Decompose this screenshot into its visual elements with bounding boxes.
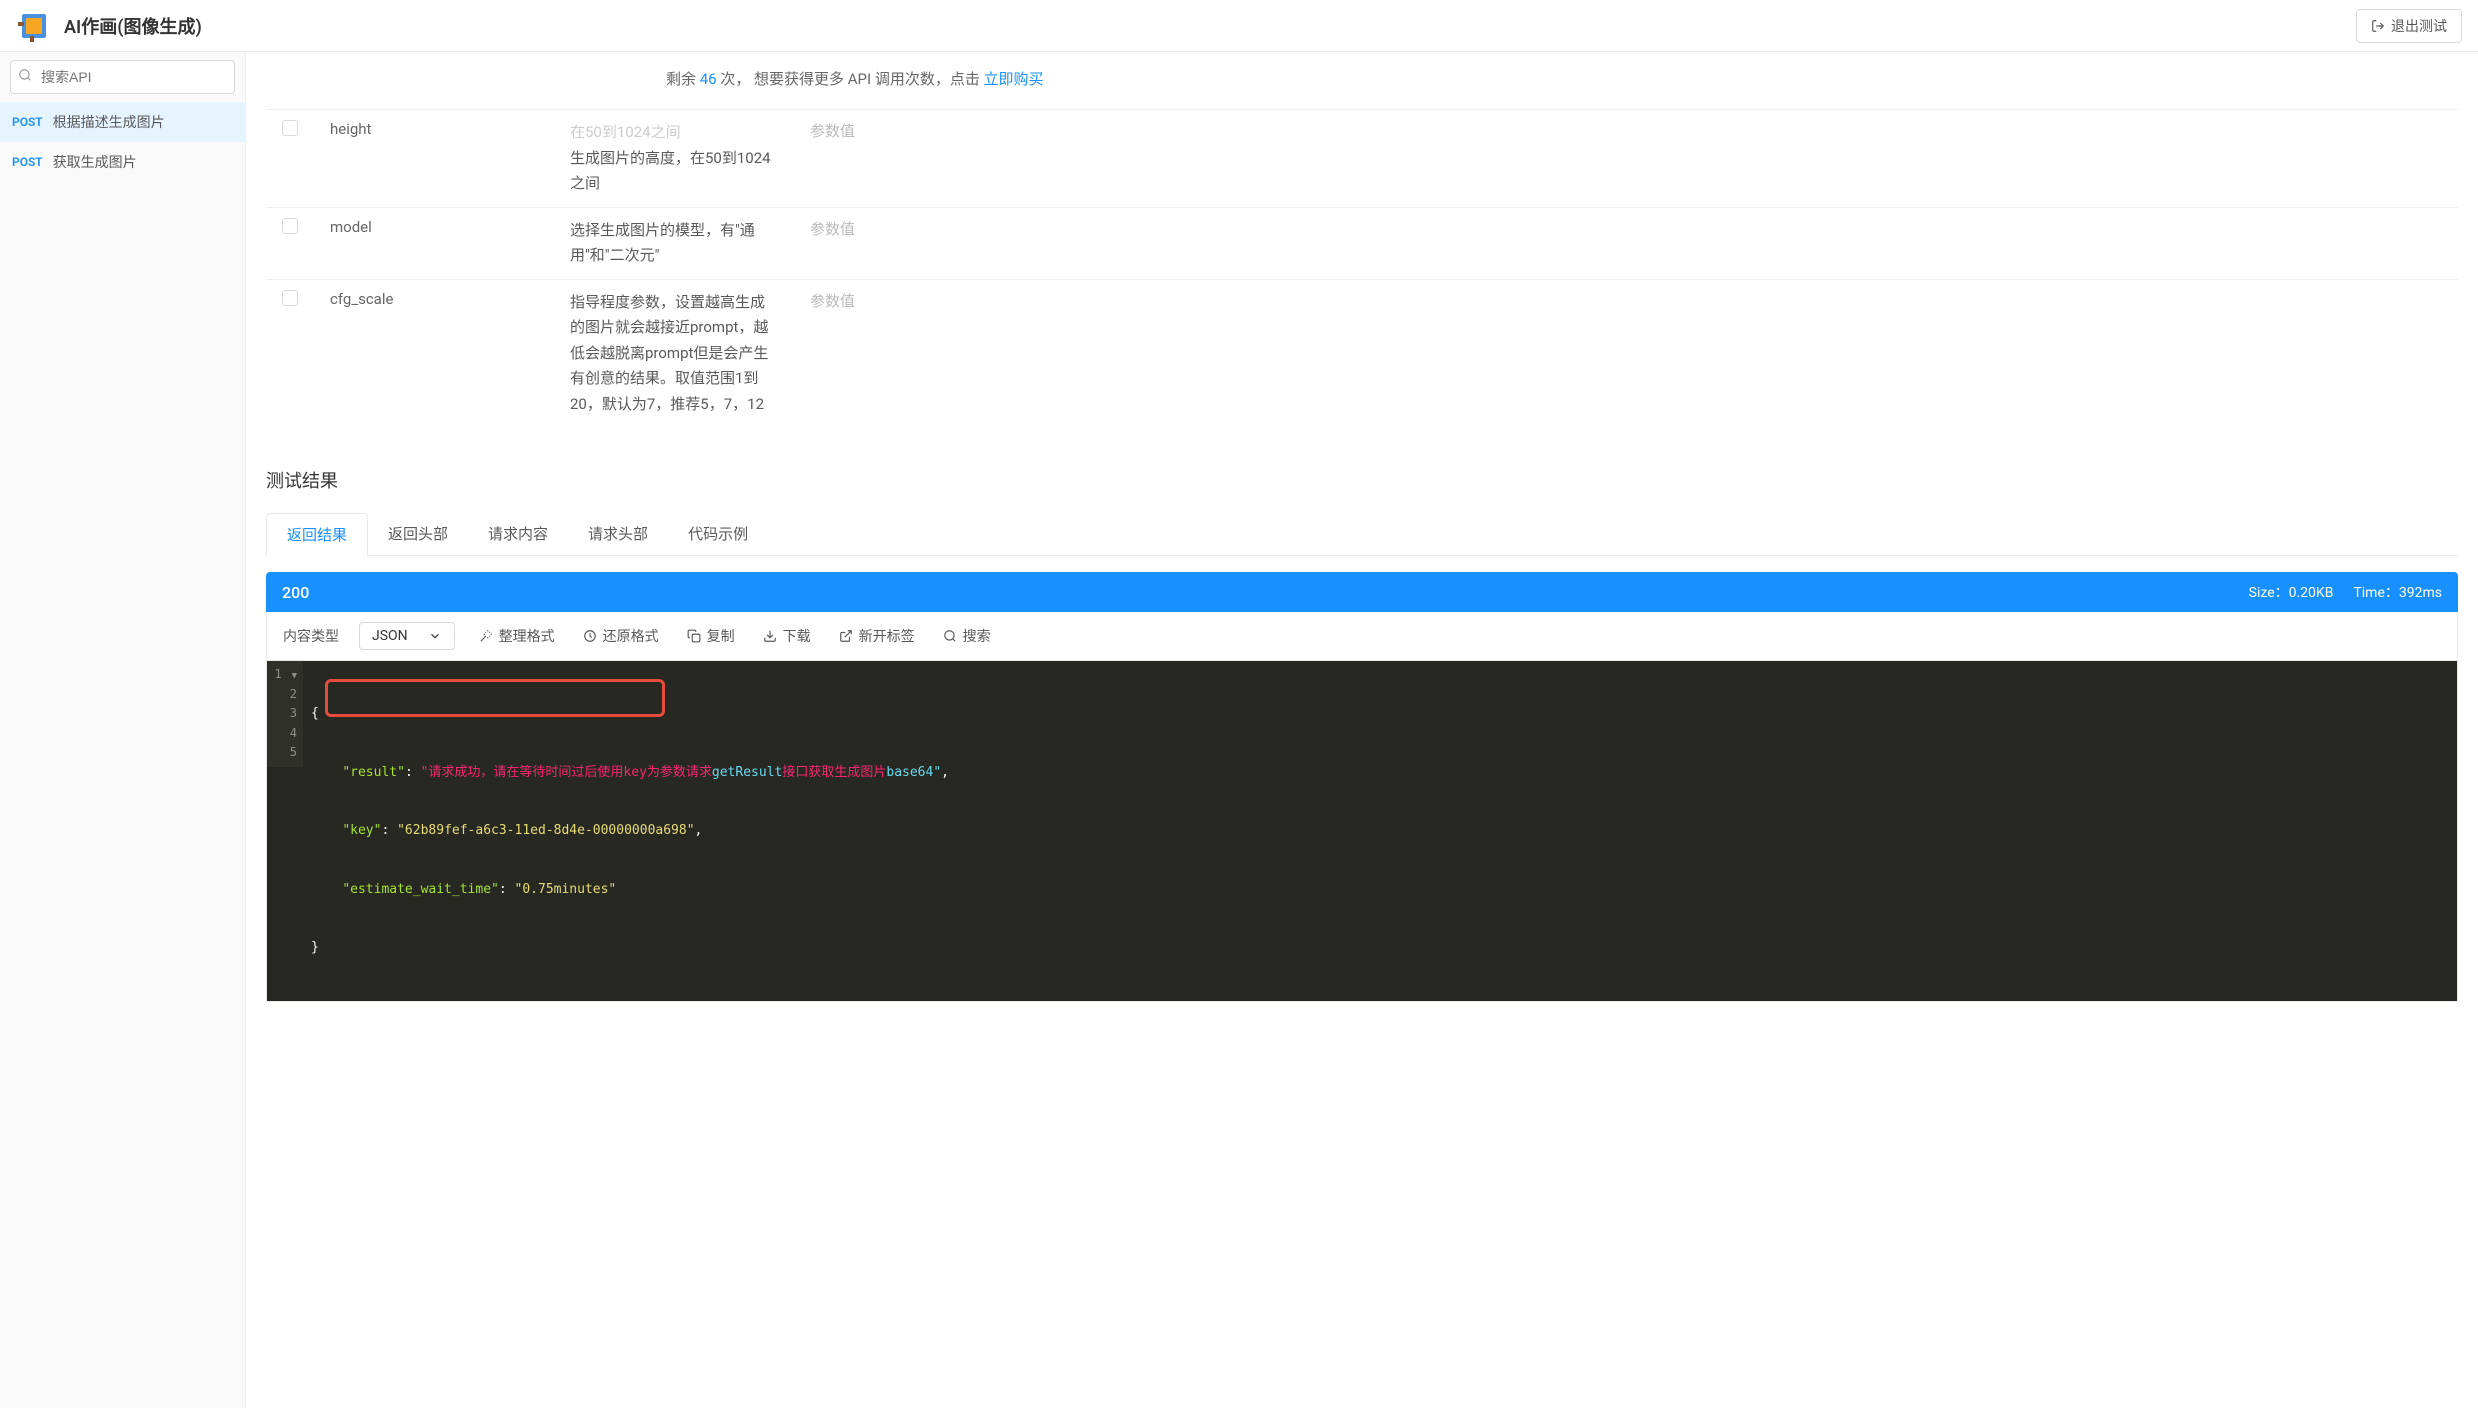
json-string: "请求成功，请在等待时间过后使用key为参数请求 xyxy=(421,765,712,780)
sidebar-item-label: 根据描述生成图片 xyxy=(53,112,165,132)
method-badge: POST xyxy=(12,155,43,169)
format-label: 整理格式 xyxy=(499,626,555,646)
copy-label: 复制 xyxy=(707,626,735,646)
result-toolbar: 内容类型 JSON 整理格式 还原格式 复制 下载 xyxy=(266,612,2458,661)
table-row: cfg_scale 指导程度参数，设置越高生成的图片就会越接近prompt，越低… xyxy=(266,279,2458,427)
app-logo-icon xyxy=(16,8,52,44)
buy-link[interactable]: 立即购买 xyxy=(984,70,1044,88)
result-section-title: 测试结果 xyxy=(266,467,2458,493)
param-checkbox[interactable] xyxy=(282,290,298,306)
content-type-label: 内容类型 xyxy=(283,626,339,646)
json-string: "62b89fef-a6c3-11ed-8d4e-00000000a698" xyxy=(397,823,694,838)
param-value-placeholder[interactable]: 参数值 xyxy=(794,110,2458,208)
notice-mid: 次， 想要获得更多 API 调用次数，点击 xyxy=(717,70,984,88)
chevron-down-icon xyxy=(428,629,442,643)
response-time: Time：392ms xyxy=(2353,582,2442,602)
search-icon xyxy=(943,629,957,643)
restore-button[interactable]: 还原格式 xyxy=(579,622,663,650)
tab-response-body[interactable]: 返回结果 xyxy=(266,513,368,556)
param-value-placeholder[interactable]: 参数值 xyxy=(794,207,2458,279)
newtab-label: 新开标签 xyxy=(859,626,915,646)
json-string: "0.75minutes" xyxy=(515,882,617,897)
json-key: "result" xyxy=(342,765,405,780)
json-key: "estimate_wait_time" xyxy=(342,882,499,897)
format-select-value: JSON xyxy=(372,628,408,644)
restore-icon xyxy=(583,629,597,643)
download-icon xyxy=(763,629,777,643)
exit-icon xyxy=(2371,19,2385,33)
wand-icon xyxy=(479,629,493,643)
json-string: base64" xyxy=(886,765,941,780)
param-desc: 指导程度参数，设置越高生成的图片就会越接近prompt，越低会越脱离prompt… xyxy=(554,279,794,427)
search-input[interactable] xyxy=(10,60,235,94)
search-icon xyxy=(18,68,32,86)
tab-code-sample[interactable]: 代码示例 xyxy=(668,513,768,555)
code-gutter: 1 ▼ 2 3 4 5 xyxy=(267,661,303,767)
header-left: AI作画(图像生成) xyxy=(16,8,202,44)
param-value-placeholder[interactable]: 参数值 xyxy=(794,279,2458,427)
sidebar-item-label: 获取生成图片 xyxy=(53,152,137,172)
page-title: AI作画(图像生成) xyxy=(64,13,202,39)
status-meta: Size：0.20KB Time：392ms xyxy=(2249,582,2442,602)
sidebar: POST 根据描述生成图片 POST 获取生成图片 xyxy=(0,52,246,1408)
search-result-button[interactable]: 搜索 xyxy=(939,622,995,650)
copy-icon xyxy=(687,629,701,643)
status-bar: 200 Size：0.20KB Time：392ms xyxy=(266,572,2458,612)
json-key: "key" xyxy=(342,823,381,838)
sidebar-item-fetch[interactable]: POST 获取生成图片 xyxy=(0,142,245,182)
param-checkbox[interactable] xyxy=(282,120,298,136)
newtab-button[interactable]: 新开标签 xyxy=(835,622,919,650)
header-bar: AI作画(图像生成) 退出测试 xyxy=(0,0,2478,52)
param-checkbox[interactable] xyxy=(282,218,298,234)
param-name: cfg_scale xyxy=(314,279,554,427)
tab-request-headers[interactable]: 请求头部 xyxy=(568,513,668,555)
method-badge: POST xyxy=(12,115,43,129)
format-select[interactable]: JSON xyxy=(359,622,455,650)
param-desc: 在50到1024之间 生成图片的高度，在50到1024之间 xyxy=(554,110,794,208)
result-tabs: 返回结果 返回头部 请求内容 请求头部 代码示例 xyxy=(266,513,2458,556)
json-string: getResult xyxy=(712,765,782,780)
copy-button[interactable]: 复制 xyxy=(683,622,739,650)
external-link-icon xyxy=(839,629,853,643)
param-name: height xyxy=(314,110,554,208)
tab-request-body[interactable]: 请求内容 xyxy=(468,513,568,555)
tab-response-headers[interactable]: 返回头部 xyxy=(368,513,468,555)
download-button[interactable]: 下载 xyxy=(759,622,815,650)
format-button[interactable]: 整理格式 xyxy=(475,622,559,650)
response-size: Size：0.20KB xyxy=(2249,582,2334,602)
download-label: 下载 xyxy=(783,626,811,646)
sidebar-item-generate[interactable]: POST 根据描述生成图片 xyxy=(0,102,245,142)
exit-test-button[interactable]: 退出测试 xyxy=(2356,9,2462,43)
code-editor[interactable]: 1 ▼ 2 3 4 5 { "result": "请求成功，请在等待时间过后使用… xyxy=(266,661,2458,1002)
main-content: 剩余 46 次， 想要获得更多 API 调用次数，点击 立即购买 height … xyxy=(246,52,2478,1408)
search-box xyxy=(10,60,235,94)
param-name: model xyxy=(314,207,554,279)
json-string: 接口获取生成图片 xyxy=(782,765,886,780)
remaining-count: 46 xyxy=(700,70,717,88)
notice-prefix: 剩余 xyxy=(666,70,700,88)
params-table: height 在50到1024之间 生成图片的高度，在50到1024之间 参数值… xyxy=(266,109,2458,427)
notice-bar: 剩余 46 次， 想要获得更多 API 调用次数，点击 立即购买 xyxy=(266,52,2458,109)
code-content: { "result": "请求成功，请在等待时间过后使用key为参数请求getR… xyxy=(267,661,2457,1001)
param-desc: 选择生成图片的模型，有"通用"和"二次元" xyxy=(554,207,794,279)
table-row: model 选择生成图片的模型，有"通用"和"二次元" 参数值 xyxy=(266,207,2458,279)
search-label: 搜索 xyxy=(963,626,991,646)
status-code: 200 xyxy=(282,583,309,602)
restore-label: 还原格式 xyxy=(603,626,659,646)
table-row: height 在50到1024之间 生成图片的高度，在50到1024之间 参数值 xyxy=(266,110,2458,208)
exit-label: 退出测试 xyxy=(2391,16,2447,36)
